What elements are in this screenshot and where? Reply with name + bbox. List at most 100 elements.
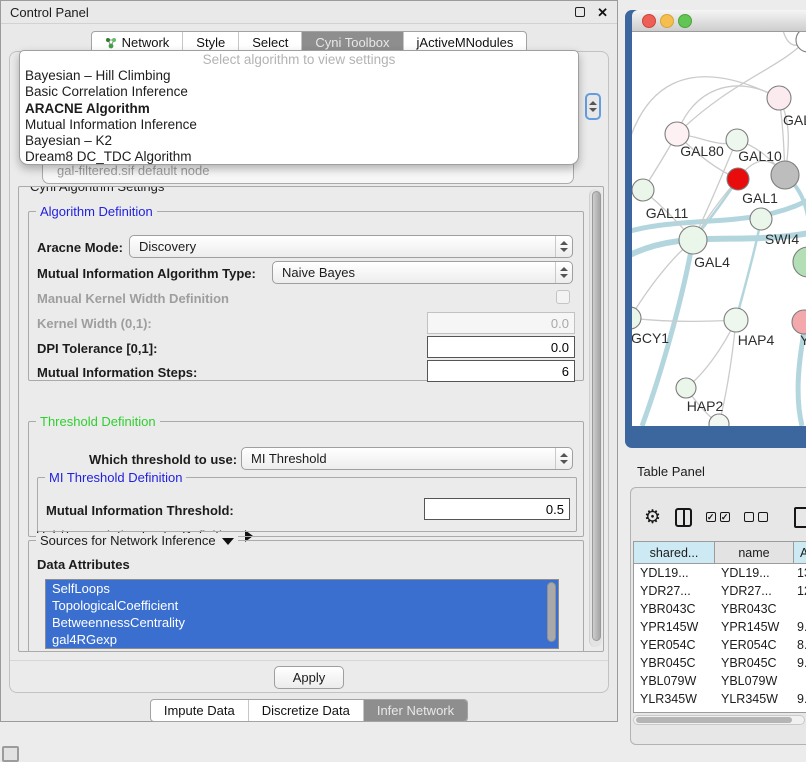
mi-threshold-label: Mutual Information Threshold: [46, 503, 234, 518]
which-threshold-label: Which threshold to use: [89, 452, 237, 467]
attribute-item[interactable]: SelfLoops [46, 580, 558, 597]
node-hap4 [724, 308, 748, 332]
kernel-width-field[interactable] [427, 312, 575, 334]
floating-palette-icon[interactable] [2, 746, 19, 762]
tab-discretize-data[interactable]: Discretize Data [248, 700, 363, 721]
network-nodes[interactable] [632, 32, 806, 426]
gear-icon[interactable]: ⚙ [644, 508, 661, 527]
column-header-shared[interactable]: shared... [634, 542, 715, 563]
algorithm-combo-arrow-button[interactable] [585, 93, 601, 120]
collapse-arrow-icon[interactable] [222, 538, 234, 545]
mi-type-value: Naive Bayes [282, 265, 355, 280]
which-threshold-combo[interactable]: MI Threshold [241, 447, 573, 470]
tab-label: Cyni Toolbox [315, 35, 389, 50]
node-label: Y [800, 332, 806, 348]
aracne-mode-combo[interactable]: Discovery [129, 235, 573, 258]
tab-impute-data[interactable]: Impute Data [151, 700, 248, 721]
mi-steps-label: Mutual Information Steps: [37, 365, 197, 380]
select-all-checks-icon[interactable]: ✓ ✓ [706, 512, 730, 522]
algorithm-option[interactable]: Basic Correlation Inference [20, 84, 578, 100]
node-label: GAL11 [646, 205, 689, 221]
algorithm-option[interactable]: Mutual Information Inference [20, 117, 578, 133]
threshold-definition-group: Threshold Definition Which threshold to … [28, 421, 584, 537]
network-canvas[interactable]: GAL GAL80 GAL10 GAL1 GAL11 SWI4 GAL4 GCY… [632, 32, 806, 426]
node-gray [771, 161, 799, 189]
algorithm-option[interactable]: Bayesian – Hill Climbing [20, 68, 578, 84]
tab-label: jActiveMNodules [417, 35, 514, 50]
aracne-mode-value: Discovery [139, 239, 196, 254]
tab-label: Select [252, 35, 288, 50]
table-row[interactable]: YDL19... YDL19... 13 [634, 564, 806, 582]
table-header-row: shared... name A [633, 541, 806, 563]
deselect-all-checks-icon[interactable] [744, 512, 768, 522]
table-horizontal-scrollbar[interactable] [633, 715, 805, 725]
algorithm-dropdown-popup: Select algorithm to view settings Bayesi… [19, 50, 579, 165]
node-gcy1 [632, 307, 641, 329]
table-row[interactable]: YBR043C YBR043C [634, 600, 806, 618]
node-label: HAP4 [738, 332, 775, 348]
algorithm-option-list: Bayesian – Hill Climbing Basic Correlati… [20, 68, 578, 165]
node-label: GCY1 [632, 330, 669, 346]
aracne-mode-label: Aracne Mode: [37, 240, 123, 255]
attribute-item[interactable]: BetweennessCentrality [46, 614, 558, 631]
node-gal2 [767, 86, 791, 110]
table-row[interactable]: YIL052C YIL052C 9 [634, 708, 806, 713]
dpi-tolerance-label: DPI Tolerance [0,1]: [37, 341, 157, 356]
network-icon [105, 37, 117, 49]
manual-kernel-checkbox[interactable] [556, 290, 570, 304]
table-row[interactable]: YBL079W YBL079W [634, 672, 806, 690]
node-gal1 [727, 168, 749, 190]
data-attributes-label: Data Attributes [37, 557, 130, 572]
node-label: SWI4 [765, 231, 799, 247]
mi-type-combo[interactable]: Naive Bayes [272, 261, 573, 284]
attribute-item[interactable]: TopologicalCoefficient [46, 597, 558, 614]
dpi-tolerance-field[interactable] [427, 336, 575, 358]
node-label: GAL1 [742, 190, 778, 206]
split-columns-icon[interactable] [675, 508, 692, 527]
dropdown-prompt: Select algorithm to view settings [20, 51, 578, 68]
traffic-lights[interactable] [641, 13, 693, 29]
tab-infer-network[interactable]: Infer Network [363, 700, 467, 721]
table-row[interactable]: YDR27... YDR27... 12 [634, 582, 806, 600]
mi-threshold-definition-group: MI Threshold Definition Mutual Informati… [37, 477, 577, 532]
table-hscrollbar-thumb[interactable] [636, 717, 792, 723]
algorithm-option[interactable]: Dream8 DC_TDC Algorithm [20, 149, 578, 165]
table-toolbar: ⚙ ✓ ✓ [631, 498, 806, 536]
kernel-width-label: Kernel Width (0,1): [37, 316, 152, 331]
spinner-up-icon [589, 101, 597, 105]
node-label: GAL10 [738, 148, 782, 164]
document-icon[interactable] [794, 507, 806, 528]
node-hap2 [676, 378, 696, 398]
table-body[interactable]: YDL19... YDL19... 13 YDR27... YDR27... 1… [633, 563, 806, 713]
column-header-partial[interactable]: A [794, 542, 806, 563]
table-row[interactable]: YLR345W YLR345W 9. [634, 690, 806, 708]
algorithm-option[interactable]: Bayesian – K2 [20, 133, 578, 149]
network-window-titlebar [632, 10, 806, 32]
table-panel-title: Table Panel [637, 464, 705, 479]
minimize-traffic-light [661, 14, 674, 27]
close-traffic-light [643, 14, 656, 27]
settings-scrollbar-thumb[interactable] [592, 191, 601, 641]
node-swi4 [750, 208, 772, 230]
algorithm-definition-group: Algorithm Definition Aracne Mode: Discov… [28, 211, 584, 381]
mi-threshold-definition-title: MI Threshold Definition [45, 470, 186, 485]
attribute-item[interactable]: gal4RGexp [46, 631, 558, 648]
float-window-icon[interactable] [575, 7, 585, 17]
table-row[interactable]: YER054C YER054C 8. [634, 636, 806, 654]
algorithm-definition-title: Algorithm Definition [36, 204, 157, 219]
threshold-definition-title: Threshold Definition [36, 414, 160, 429]
settings-scrollbar[interactable] [589, 189, 602, 647]
node-label: GAL4 [694, 254, 730, 270]
combo-arrows-icon [555, 448, 572, 469]
attributes-scrollbar-thumb[interactable] [547, 582, 556, 642]
mi-threshold-field[interactable] [424, 498, 570, 520]
zoom-traffic-light [679, 14, 692, 27]
algorithm-option[interactable]: ARACNE Algorithm [20, 101, 578, 117]
close-icon[interactable]: ✕ [597, 6, 608, 19]
apply-button[interactable]: Apply [274, 666, 344, 689]
data-attributes-list[interactable]: SelfLoops TopologicalCoefficient Between… [45, 579, 559, 649]
mi-steps-field[interactable] [427, 360, 575, 382]
table-row[interactable]: YPR145W YPR145W 9. [634, 618, 806, 636]
table-row[interactable]: YBR045C YBR045C 9. [634, 654, 806, 672]
column-header-name[interactable]: name [715, 542, 794, 563]
